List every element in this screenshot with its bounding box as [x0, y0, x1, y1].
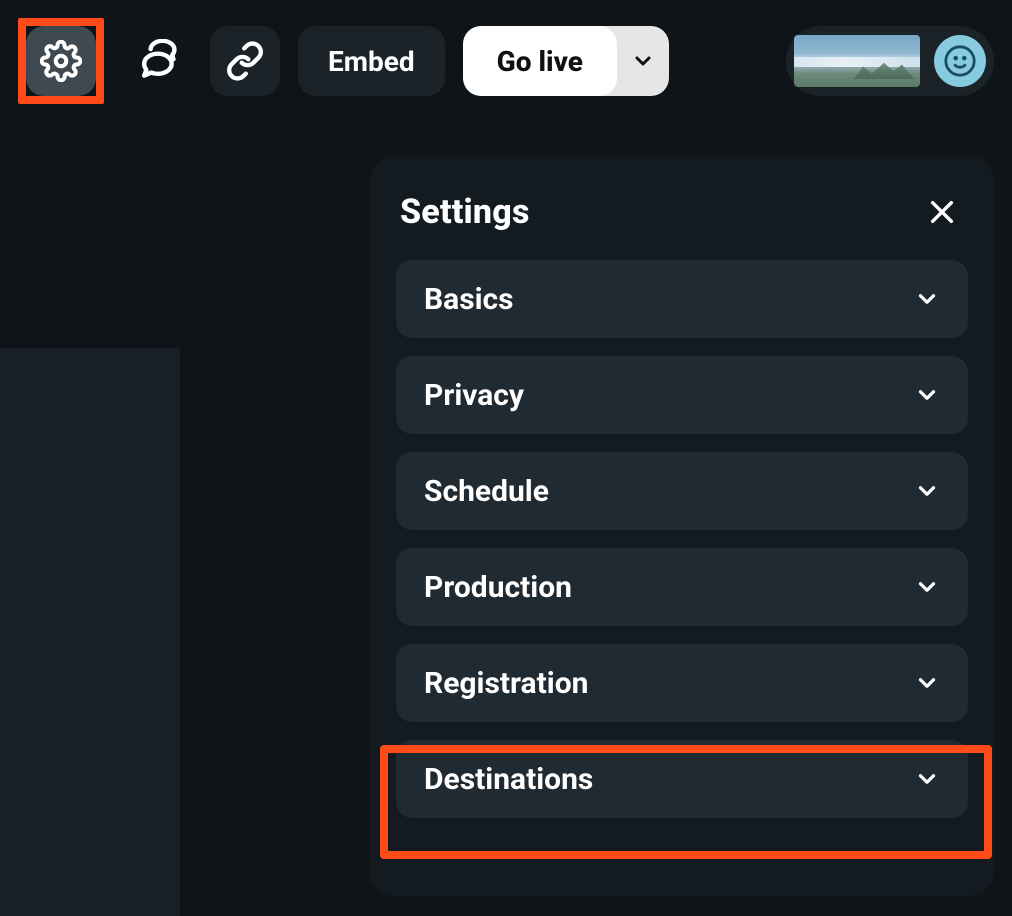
go-live-group: Go live — [463, 26, 669, 96]
close-button[interactable] — [920, 190, 964, 234]
face-icon — [943, 44, 977, 78]
chevron-down-icon — [914, 286, 940, 312]
chevron-down-icon — [631, 49, 655, 73]
gear-highlight — [18, 18, 104, 104]
settings-item-label: Schedule — [424, 474, 549, 509]
chevron-down-icon — [914, 766, 940, 792]
link-button[interactable] — [210, 26, 280, 96]
settings-panel: Settings Basics Privacy Schedule — [370, 156, 994, 896]
chevron-down-icon — [914, 670, 940, 696]
settings-item-label: Privacy — [424, 378, 524, 413]
settings-item-basics[interactable]: Basics — [396, 260, 968, 338]
settings-item-label: Registration — [424, 666, 588, 701]
go-live-label: Go live — [497, 45, 583, 78]
chevron-down-icon — [914, 574, 940, 600]
settings-button[interactable] — [26, 26, 96, 96]
chat-icon — [135, 39, 179, 83]
settings-item-label: Destinations — [424, 762, 593, 797]
gear-icon — [40, 40, 82, 82]
stream-thumbnail — [794, 35, 920, 87]
go-live-dropdown[interactable] — [617, 26, 669, 96]
chevron-down-icon — [914, 478, 940, 504]
go-live-button[interactable]: Go live — [463, 26, 617, 96]
embed-button[interactable]: Embed — [298, 26, 445, 96]
embed-label: Embed — [328, 45, 415, 78]
link-icon — [225, 41, 265, 81]
settings-item-registration[interactable]: Registration — [396, 644, 968, 722]
avatar — [934, 35, 986, 87]
top-toolbar: Embed Go live — [18, 18, 994, 104]
chat-button[interactable] — [122, 26, 192, 96]
settings-accordion: Basics Privacy Schedule Production Regis… — [388, 260, 976, 818]
settings-item-label: Basics — [424, 282, 514, 317]
chevron-down-icon — [914, 382, 940, 408]
settings-item-destinations[interactable]: Destinations — [396, 740, 968, 818]
profile-pill[interactable] — [786, 26, 994, 96]
settings-item-privacy[interactable]: Privacy — [396, 356, 968, 434]
settings-item-production[interactable]: Production — [396, 548, 968, 626]
settings-item-schedule[interactable]: Schedule — [396, 452, 968, 530]
close-icon — [926, 196, 958, 228]
settings-header: Settings — [388, 190, 976, 260]
settings-item-label: Production — [424, 570, 572, 605]
settings-title: Settings — [400, 192, 530, 232]
background-panel — [0, 348, 180, 916]
